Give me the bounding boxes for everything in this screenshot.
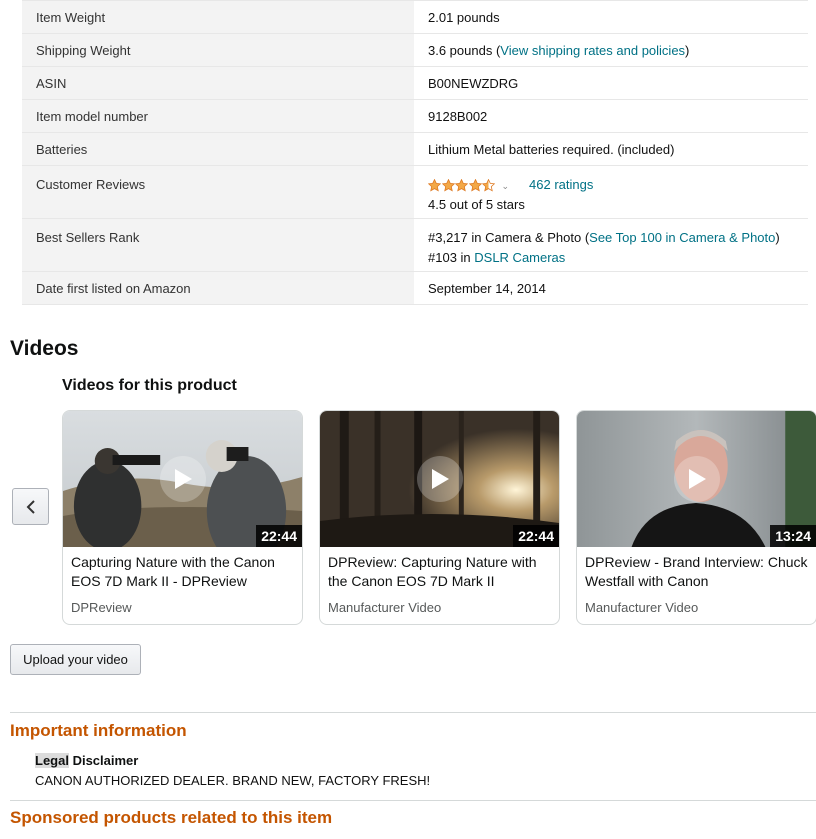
important-info-heading: Important information: [10, 721, 187, 740]
carousel-prev-button[interactable]: [12, 488, 49, 525]
videos-subheading: Videos for this product: [62, 377, 237, 394]
detail-row-batteries: Batteries Lithium Metal batteries requir…: [22, 133, 808, 166]
detail-label: Shipping Weight: [22, 34, 414, 66]
detail-label: Date first listed on Amazon: [22, 272, 414, 304]
shipping-weight-suffix: ): [685, 42, 690, 58]
detail-value: 2.01 pounds: [428, 9, 500, 25]
video-source: Manufacturer Video: [328, 600, 442, 615]
legal-disclaimer-heading: Legal Disclaimer: [35, 753, 138, 768]
star-icon: [468, 179, 482, 192]
rank-text: #3,217 in Camera & Photo (: [428, 230, 590, 245]
legal-rest: Disclaimer: [68, 753, 139, 768]
shipping-weight-text: 3.6 pounds (: [428, 42, 501, 58]
video-duration: 22:44: [513, 525, 559, 547]
upload-video-button[interactable]: Upload your video: [10, 644, 141, 675]
detail-value: B00NEWZDRG: [428, 75, 519, 91]
sponsored-heading: Sponsored products related to this item: [10, 808, 333, 827]
detail-value: 3.6 pounds (View shipping rates and poli…: [414, 34, 808, 66]
play-button[interactable]: [673, 456, 720, 502]
detail-label: Best Sellers Rank: [22, 219, 414, 271]
top-100-link[interactable]: See Top 100 in Camera & Photo: [589, 230, 775, 245]
detail-row-model-number: Item model number 9128B002: [22, 100, 808, 133]
detail-label: Item Weight: [22, 1, 414, 33]
detail-row-best-sellers-rank: Best Sellers Rank #3,217 in Camera & Pho…: [22, 219, 808, 272]
rank-line-1: #3,217 in Camera & Photo (See Top 100 in…: [428, 230, 794, 245]
rank-line-2: #103 in DSLR Cameras: [428, 250, 794, 265]
video-title[interactable]: Capturing Nature with the Canon EOS 7D M…: [63, 547, 302, 593]
video-source: DPReview: [71, 600, 132, 615]
play-icon: [174, 469, 192, 489]
rating-summary: 4.5 out of 5 stars: [428, 197, 525, 213]
ratings-count-link[interactable]: 462 ratings: [529, 177, 593, 192]
video-source: Manufacturer Video: [585, 600, 699, 615]
detail-label: Customer Reviews: [22, 166, 414, 218]
legal-highlight: Legal: [35, 753, 69, 768]
divider: [10, 712, 816, 713]
divider: [10, 800, 816, 801]
video-thumbnail[interactable]: 22:44: [320, 411, 559, 547]
detail-row-date-first-listed: Date first listed on Amazon September 14…: [22, 272, 808, 305]
detail-value: #3,217 in Camera & Photo (See Top 100 in…: [414, 219, 808, 271]
video-duration: 22:44: [256, 525, 302, 547]
video-title[interactable]: DPReview - Brand Interview: Chuck Westfa…: [577, 547, 816, 593]
star-icon: [441, 179, 455, 192]
rank-suffix: ): [775, 230, 780, 245]
chevron-left-icon: [26, 499, 35, 514]
play-button[interactable]: [159, 456, 206, 502]
video-thumbnail[interactable]: 22:44: [63, 411, 302, 547]
play-button[interactable]: [416, 456, 463, 502]
detail-row-asin: ASIN B00NEWZDRG: [22, 67, 808, 100]
star-rating[interactable]: [428, 179, 496, 192]
detail-value: September 14, 2014: [428, 280, 546, 296]
detail-label: ASIN: [22, 67, 414, 99]
video-card[interactable]: 13:24 DPReview - Brand Interview: Chuck …: [576, 410, 816, 625]
dslr-cameras-link[interactable]: DSLR Cameras: [474, 250, 565, 265]
video-card[interactable]: 22:44 DPReview: Capturing Nature with th…: [319, 410, 560, 625]
star-icon: [428, 179, 441, 192]
shipping-weight-value: 3.6 pounds (View shipping rates and poli…: [428, 43, 794, 58]
star-icon: [455, 179, 468, 192]
play-icon: [431, 469, 449, 489]
video-card[interactable]: 22:44 Capturing Nature with the Canon EO…: [62, 410, 303, 625]
star-icon: [482, 179, 495, 192]
shipping-rates-link[interactable]: View shipping rates and policies: [500, 43, 685, 58]
disclaimer-text: CANON AUTHORIZED DEALER. BRAND NEW, FACT…: [35, 773, 431, 788]
video-duration: 13:24: [770, 525, 816, 547]
detail-label: Batteries: [22, 133, 414, 165]
detail-value: ⌄ 462 ratings 4.5 out of 5 stars: [414, 166, 808, 218]
detail-value: Lithium Metal batteries required. (inclu…: [428, 141, 675, 157]
detail-value: 9128B002: [428, 108, 488, 124]
chevron-down-icon[interactable]: ⌄: [502, 181, 510, 191]
rating-line: ⌄ 462 ratings: [428, 177, 794, 192]
detail-label: Item model number: [22, 100, 414, 132]
play-icon: [688, 469, 706, 489]
video-thumbnail[interactable]: 13:24: [577, 411, 816, 547]
rank-text: #103 in: [428, 250, 475, 265]
detail-row-item-weight: Item Weight 2.01 pounds: [22, 1, 808, 34]
detail-row-customer-reviews: Customer Reviews ⌄ 462 ratings 4.5 out of…: [22, 166, 808, 219]
detail-row-shipping-weight: Shipping Weight 3.6 pounds (View shippin…: [22, 34, 808, 67]
product-details-table: Item Weight 2.01 pounds Shipping Weight …: [22, 0, 808, 305]
videos-heading: Videos: [10, 337, 79, 360]
video-title[interactable]: DPReview: Capturing Nature with the Cano…: [320, 547, 559, 593]
